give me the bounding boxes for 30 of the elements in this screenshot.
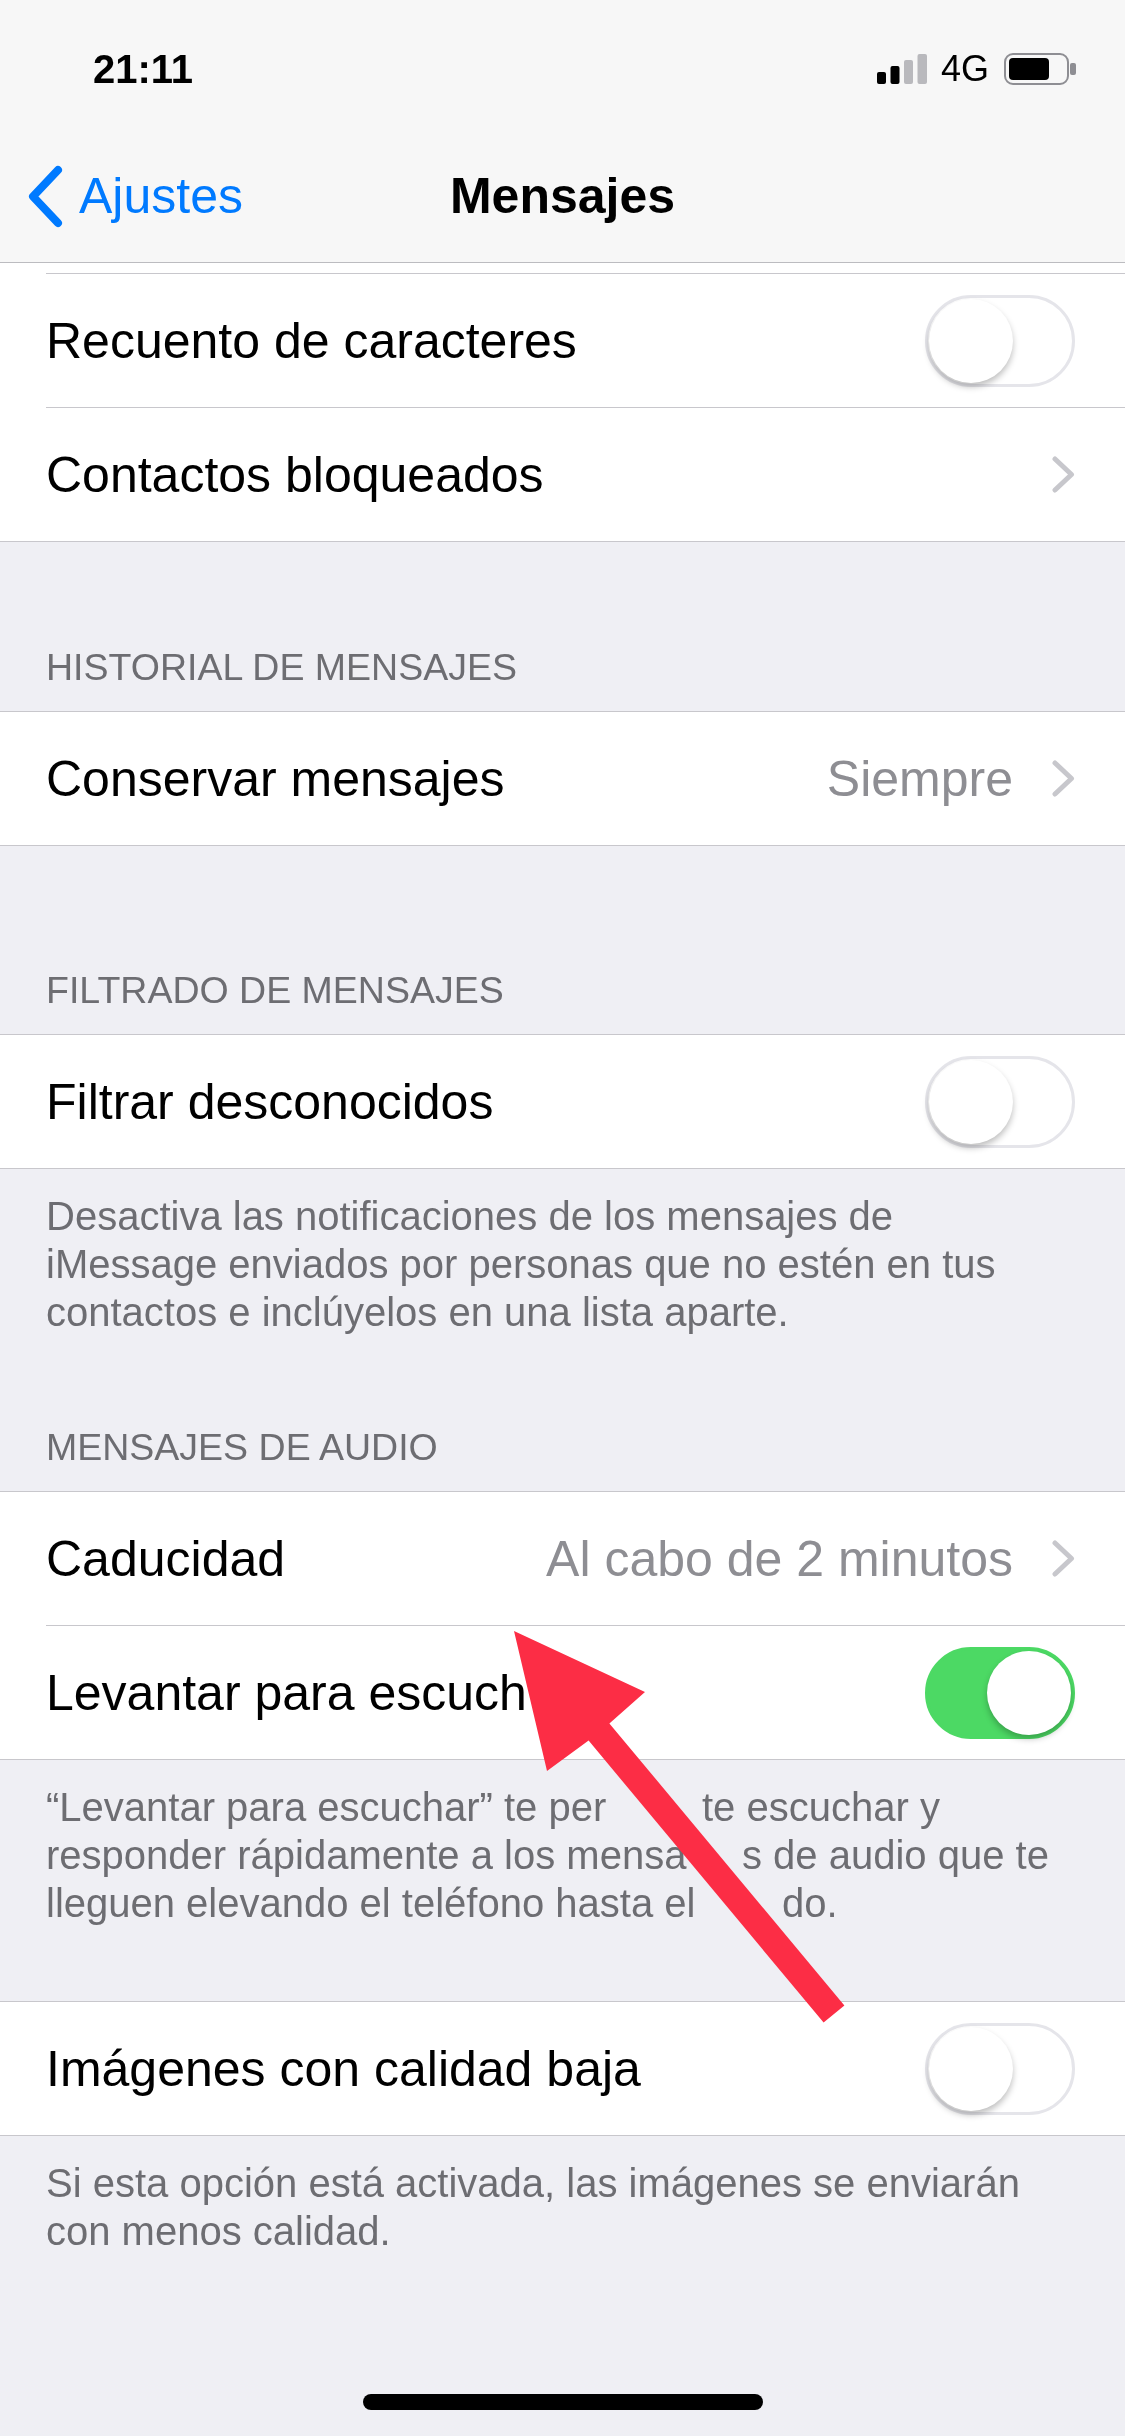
back-button[interactable]: Ajustes [0,164,243,228]
row-label: Recuento de caracteres [46,311,577,371]
row-value: Al cabo de 2 minutos [546,1529,1013,1589]
row-value: Siempre [826,749,1013,809]
chevron-icon [27,164,63,228]
footer-text: lleguen elevando el teléfono hasta el [46,1880,696,1927]
signal-icon [876,54,927,84]
row-label[interactable]: Caducidad [46,1528,286,1589]
section-footer: Si esta opción está activada, las imágenes se enviarán con menos calidad. [46,2159,1046,2255]
footer-text: s de audio que te [742,1832,1049,1879]
footer-text: responder rápidamente a los mensa [46,1832,687,1879]
footer-text: te escuchar y [702,1784,940,1831]
footer-text: do. [782,1880,838,1927]
network-type: 4G [940,49,989,89]
section-header: FILTRADO DE MENSAJES [46,970,504,1010]
section-header: HISTORIAL DE MENSAJES [46,647,517,687]
section-footer: Desactiva las notificaciones de los mensajes de iMessage enviados por personas que no estén en tus contactos e inclúyelos en una lista aparte. [46,1192,1046,1336]
chevron-icon [1052,760,1075,797]
footer-text: “Levantar para escuchar” te per [46,1784,607,1831]
chevron-icon [1052,1540,1075,1577]
status-time: 21:11 [93,46,194,93]
section-header: MENSAJES DE AUDIO [46,1427,438,1467]
row-label[interactable]: Contactos bloqueados [46,444,544,505]
chevron-icon [1052,456,1075,493]
row-label: Filtrar desconocidos [46,1072,494,1132]
row-label: Imágenes con calidad baja [46,2039,641,2099]
row-label[interactable]: Conservar mensajes [46,748,505,809]
row-label: Levantar para escuch [46,1663,527,1723]
battery-icon [1004,53,1076,85]
nav-title: Mensajes [449,167,676,226]
